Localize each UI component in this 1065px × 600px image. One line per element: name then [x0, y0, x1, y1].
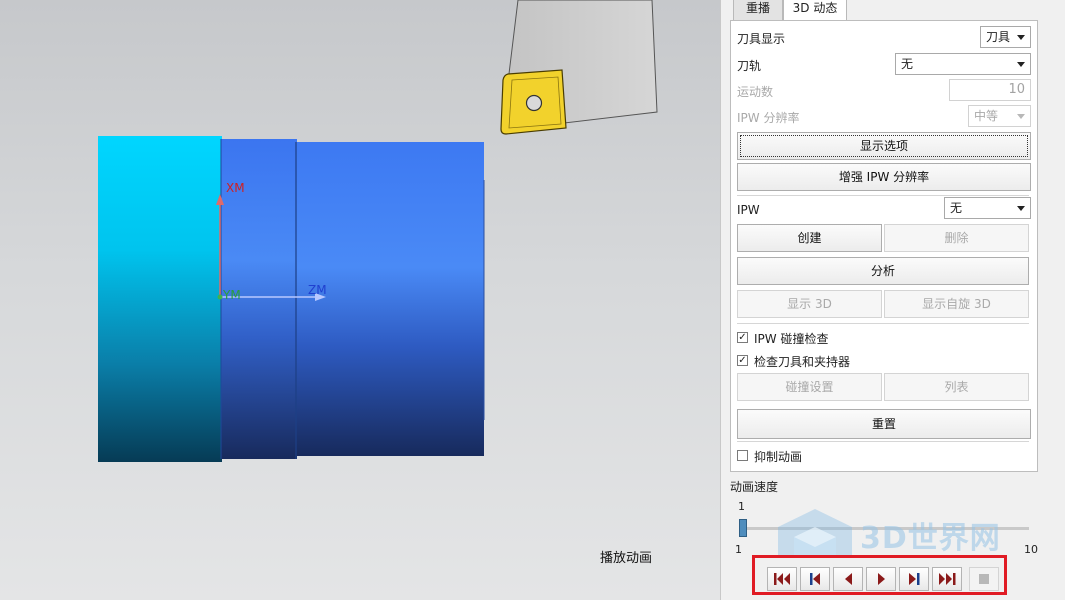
- motion-count-label: 运动数: [737, 85, 774, 99]
- tool-display-select[interactable]: 刀具: [980, 26, 1031, 48]
- create-button[interactable]: 创建: [737, 224, 882, 252]
- analyze-button[interactable]: 分析: [737, 257, 1029, 285]
- tool-display-value: 刀具: [986, 30, 1011, 44]
- stock-blue-section: [297, 142, 484, 456]
- to-end-button[interactable]: [932, 567, 962, 591]
- xm-axis-label: XM: [226, 181, 245, 195]
- ym-axis-label: YM: [223, 288, 241, 302]
- toolpath-value: 无: [901, 57, 914, 71]
- reset-button[interactable]: 重置: [737, 409, 1031, 439]
- stop-icon: [979, 574, 989, 584]
- animation-speed-thumb[interactable]: [739, 519, 747, 537]
- wcs-origin: [217, 294, 223, 300]
- animation-speed-max: 10: [1024, 543, 1038, 556]
- part-model: [98, 0, 658, 462]
- animation-speed-min: 1: [735, 543, 742, 556]
- chevron-down-icon: [1017, 114, 1025, 119]
- zm-axis-label: ZM: [308, 283, 327, 297]
- step-back-button[interactable]: [800, 567, 830, 591]
- play-reverse-icon: [845, 573, 852, 585]
- tab-3d-dynamic[interactable]: 3D 动态: [783, 0, 847, 22]
- graphics-viewport[interactable]: XM YM ZM 播放动画: [0, 0, 720, 600]
- enhance-ipw-resolution-button[interactable]: 增强 IPW 分辨率: [737, 163, 1031, 191]
- step-forward-button[interactable]: [899, 567, 929, 591]
- step-forward-icon: [909, 573, 920, 585]
- suppress-animation-checkbox[interactable]: [737, 450, 748, 461]
- toolpath-label: 刀轨: [737, 59, 762, 73]
- stock-cyan-section: [98, 136, 222, 462]
- animation-speed-current: 1: [738, 500, 745, 513]
- play-reverse-button[interactable]: [833, 567, 863, 591]
- toolpath-select[interactable]: 无: [895, 53, 1031, 75]
- divider: [737, 323, 1029, 324]
- stop-button[interactable]: [969, 567, 999, 591]
- animation-controls: [752, 555, 1007, 595]
- suppress-animation-label: 抑制动画: [754, 450, 803, 464]
- ipw-value: 无: [950, 201, 963, 215]
- ipw-resolution-label: IPW 分辨率: [737, 111, 800, 125]
- motion-count-input[interactable]: 10: [949, 79, 1031, 101]
- chevron-down-icon: [1017, 35, 1025, 40]
- to-end-icon: [939, 573, 956, 585]
- ipw-collision-label: IPW 碰撞检查: [754, 332, 829, 346]
- play-button[interactable]: [866, 567, 896, 591]
- animation-speed-label: 动画速度: [730, 480, 779, 494]
- check-tool-holder-label: 检查刀具和夹持器: [754, 355, 851, 369]
- display-options-button[interactable]: 显示选项: [737, 132, 1031, 160]
- ipw-resolution-select[interactable]: 中等: [968, 105, 1031, 127]
- show-rotate-3d-button[interactable]: 显示自旋 3D: [884, 290, 1029, 318]
- insert-hole: [525, 94, 543, 112]
- divider: [737, 195, 1029, 196]
- play-icon: [878, 573, 885, 585]
- ipw-collision-checkbox[interactable]: ✓: [737, 332, 748, 343]
- watermark-text: 3D世界网: [860, 521, 1001, 556]
- chevron-down-icon: [1017, 62, 1025, 67]
- chevron-down-icon: [1017, 206, 1025, 211]
- show-3d-button[interactable]: 显示 3D: [737, 290, 882, 318]
- play-animation-caption: 播放动画: [600, 551, 653, 566]
- check-tool-holder-checkbox[interactable]: ✓: [737, 355, 748, 366]
- tool-display-label: 刀具显示: [737, 32, 786, 46]
- ipw-label: IPW: [737, 203, 760, 217]
- ipw-select[interactable]: 无: [944, 197, 1031, 219]
- list-button[interactable]: 列表: [884, 373, 1029, 401]
- divider: [737, 441, 1029, 442]
- to-start-button[interactable]: [767, 567, 797, 591]
- tab-content: 刀具显示 刀具 刀轨 无 运动数 10 IPW 分辨率 中等 显示选项 增强 I…: [730, 20, 1038, 472]
- step-back-icon: [810, 573, 820, 585]
- collision-settings-button[interactable]: 碰撞设置: [737, 373, 882, 401]
- tab-replay[interactable]: 重播: [733, 0, 783, 21]
- delete-button[interactable]: 删除: [884, 224, 1029, 252]
- ipw-resolution-value: 中等: [974, 109, 999, 123]
- to-start-icon: [774, 573, 790, 585]
- visualize-panel: 重播 3D 动态 刀具显示 刀具 刀轨 无 运动数 10 IPW 分辨率 中等 …: [720, 0, 1065, 600]
